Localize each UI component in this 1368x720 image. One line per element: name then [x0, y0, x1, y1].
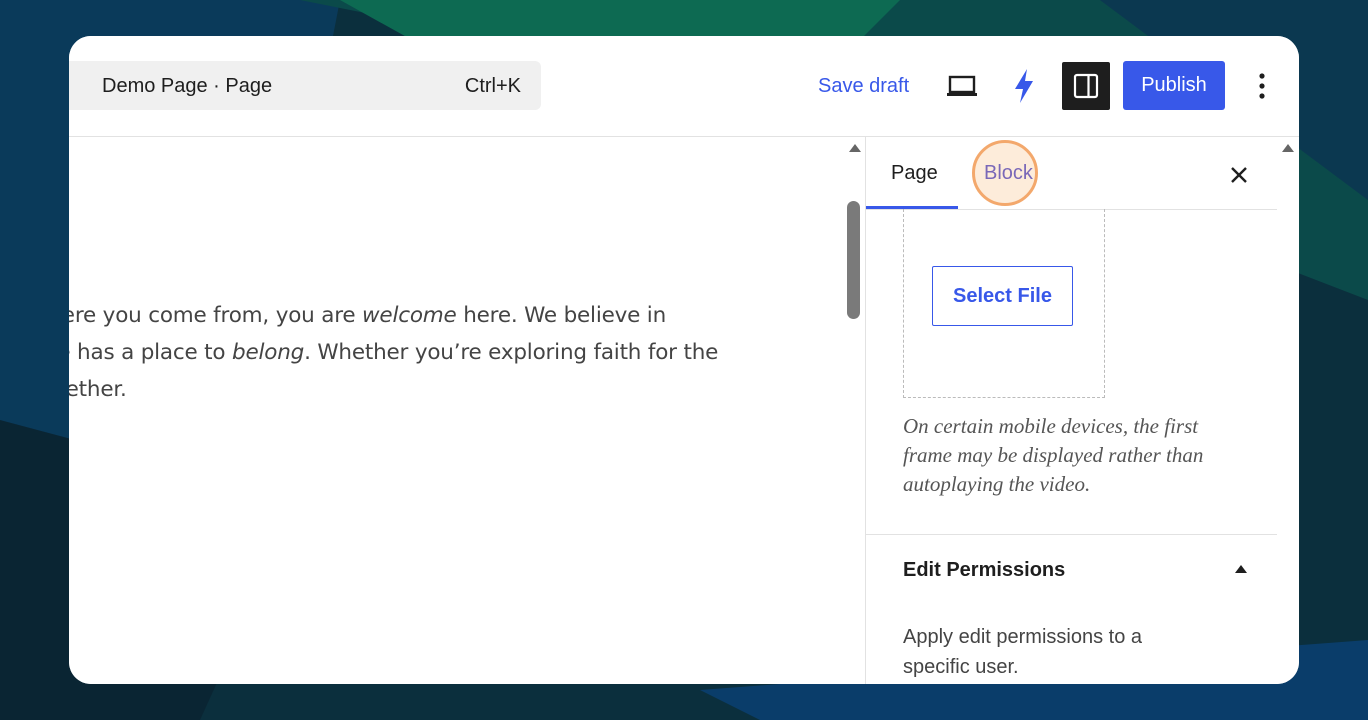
sidebar-toggle-icon [1073, 73, 1099, 99]
editor-header: Demo Page · Page Ctrl+K Save draft Publi… [69, 36, 1299, 137]
paragraph-line: where you come from, you are welcome her… [69, 303, 667, 328]
performance-button[interactable] [1000, 62, 1048, 110]
paragraph-line: one has a place to belong. Whether you’r… [69, 340, 719, 365]
sidebar-tabs: Page Block [866, 137, 1277, 210]
shortcut-hint: Ctrl+K [464, 75, 521, 97]
edit-permissions-description: Apply edit permissions to a specific use… [903, 626, 1143, 678]
paragraph-line: together. [69, 377, 127, 402]
paragraph-block[interactable]: where you come from, you are welcome her… [69, 297, 791, 408]
bolt-icon [1015, 69, 1033, 103]
scroll-up-arrow-icon[interactable] [848, 143, 862, 153]
publish-button[interactable]: Publish [1123, 61, 1225, 110]
editor-window: Demo Page · Page Ctrl+K Save draft Publi… [69, 36, 1299, 684]
select-file-button[interactable]: Select File [932, 266, 1073, 326]
document-title: Demo Page · Page [102, 75, 273, 97]
more-vertical-icon [1259, 73, 1265, 99]
settings-toggle-button[interactable] [1062, 62, 1110, 110]
tab-block[interactable]: Block [984, 162, 1033, 185]
sidebar-scroll-up-icon[interactable] [1281, 143, 1295, 153]
preview-button[interactable] [938, 62, 986, 110]
tab-page[interactable]: Page [891, 162, 938, 185]
close-icon [1231, 167, 1247, 183]
options-menu-button[interactable] [1238, 62, 1286, 110]
save-draft-button[interactable]: Save draft [818, 75, 909, 98]
canvas-scroll-thumb[interactable] [847, 201, 860, 319]
edit-permissions-header[interactable]: Edit Permissions [903, 559, 1065, 582]
close-sidebar-button[interactable] [1223, 159, 1255, 191]
help-text: On certain mobile devices, the first fra… [903, 414, 1204, 496]
chevron-up-icon[interactable] [1234, 564, 1248, 574]
command-palette-trigger[interactable]: Demo Page · Page Ctrl+K [69, 61, 541, 110]
laptop-icon [947, 75, 977, 96]
settings-sidebar: Page Block Select File On certain mobile… [865, 137, 1299, 684]
panel-divider [866, 534, 1277, 535]
editor-canvas[interactable]: where you come from, you are welcome her… [69, 137, 865, 684]
